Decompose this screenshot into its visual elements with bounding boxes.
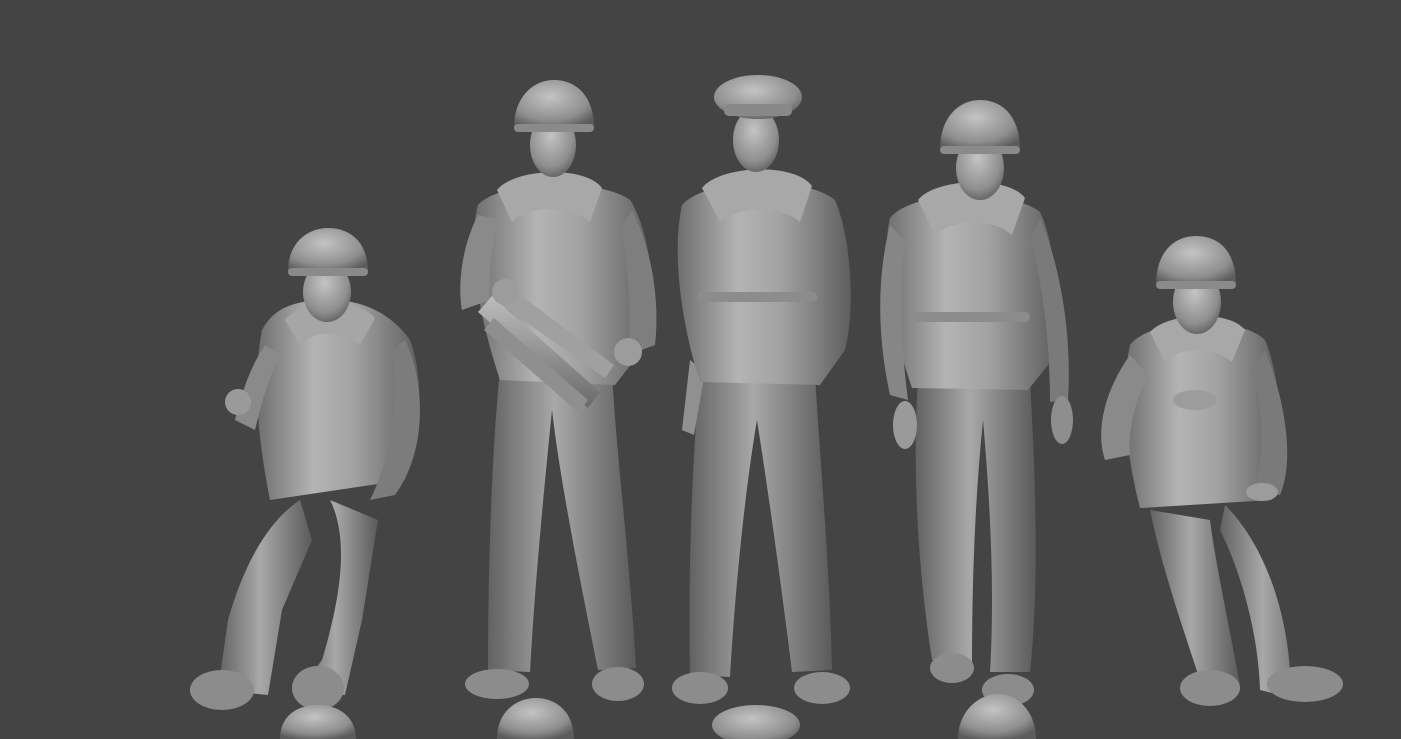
right-shoe <box>292 666 344 710</box>
partial-helmet-1 <box>280 705 356 739</box>
legs <box>218 500 312 695</box>
legs <box>915 380 1036 672</box>
left-shoe <box>190 670 254 710</box>
standing-figure-with-tubes[interactable] <box>460 80 657 701</box>
legs <box>689 375 832 677</box>
helmet <box>1156 236 1236 285</box>
torso-life-vest <box>1124 322 1281 508</box>
right-shoe <box>1267 666 1343 702</box>
helmet <box>514 80 594 128</box>
helmet <box>288 228 368 272</box>
right-shoe <box>794 672 850 704</box>
torso-life-vest <box>677 182 851 385</box>
helmet <box>940 100 1020 150</box>
left-shoe <box>465 669 529 699</box>
partial-heads-row <box>280 694 1036 739</box>
right-shoe <box>592 667 644 701</box>
seated-helmeted-figure-left[interactable] <box>190 228 420 710</box>
partial-helmet-2 <box>497 698 574 739</box>
left-shoe <box>672 672 728 704</box>
render-canvas <box>190 75 1343 739</box>
partial-peaked-cap <box>712 705 800 739</box>
seated-helmeted-figure-right[interactable] <box>1101 236 1343 706</box>
left-shoe <box>930 653 974 683</box>
left-shoe <box>1180 670 1240 706</box>
standing-figure-arms-down[interactable] <box>880 100 1073 706</box>
standing-officer-with-cap[interactable] <box>672 75 851 704</box>
torso-life-vest <box>886 195 1057 390</box>
3d-viewport[interactable] <box>0 0 1401 739</box>
legs <box>488 370 636 672</box>
